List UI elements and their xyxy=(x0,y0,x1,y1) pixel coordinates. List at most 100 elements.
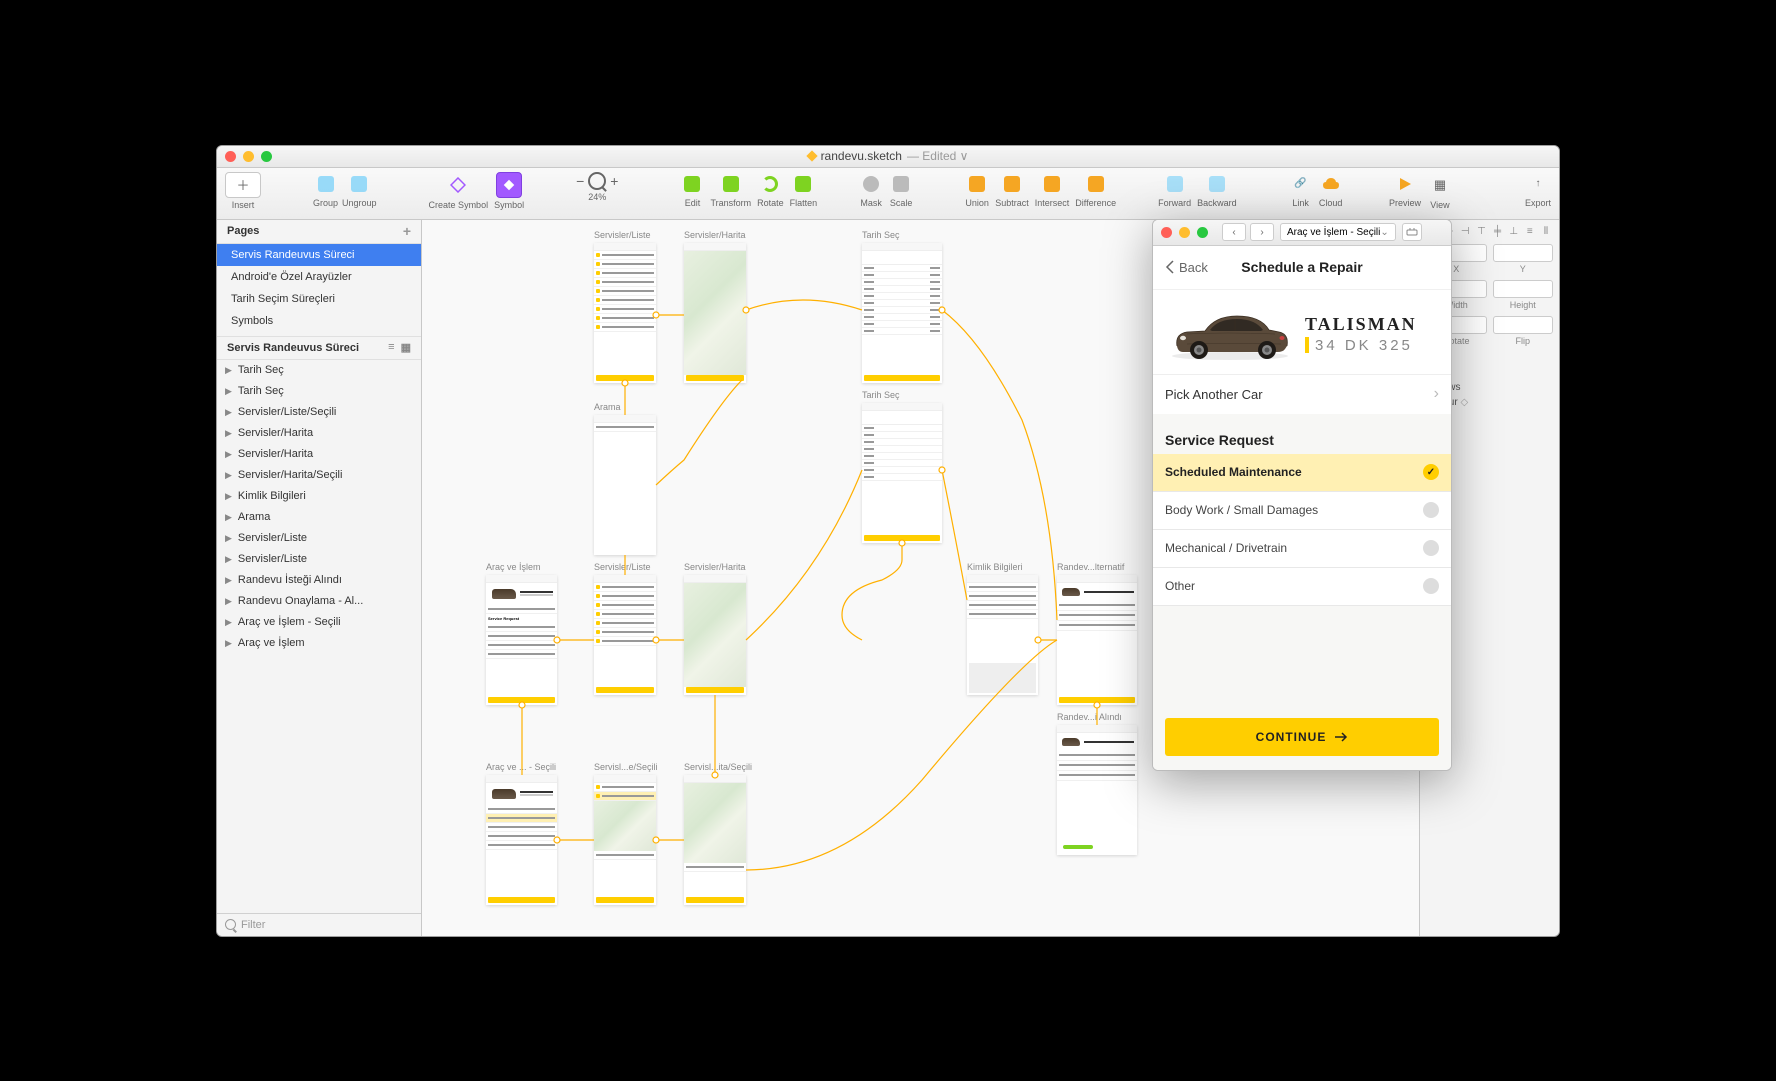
radio-icon xyxy=(1423,540,1439,556)
layer-item[interactable]: ▶Tarih Seç xyxy=(217,360,421,381)
artboard[interactable]: Araç ve İşlem Service Request xyxy=(486,575,557,705)
zoom-button[interactable] xyxy=(1197,227,1208,238)
close-button[interactable] xyxy=(1161,227,1172,238)
back-button[interactable]: ‹ xyxy=(1222,223,1246,241)
mobile-header: Back Schedule a Repair xyxy=(1153,246,1451,290)
create-symbol-tool[interactable]: Create Symbol xyxy=(429,172,489,210)
artboard[interactable]: Servisl...e/Seçili xyxy=(594,775,656,905)
page-item[interactable]: Symbols xyxy=(217,310,421,332)
forward-button[interactable]: › xyxy=(1250,223,1274,241)
check-icon: ✓ xyxy=(1423,464,1439,480)
group-tool[interactable]: Group xyxy=(313,172,338,208)
artboard[interactable]: Servisler/Liste xyxy=(594,243,656,383)
flatten-tool[interactable]: Flatten xyxy=(790,172,818,208)
preview-tool[interactable]: Preview xyxy=(1389,172,1421,208)
back-link[interactable]: Back xyxy=(1165,260,1208,275)
artboard[interactable]: Servisler/Harita xyxy=(684,575,746,695)
sketch-icon xyxy=(806,150,817,161)
toolbar: ＋Insert Group Ungroup Create Symbol Symb… xyxy=(217,168,1559,220)
layer-item[interactable]: ▶Araç ve İşlem - Seçili xyxy=(217,612,421,633)
artboard[interactable]: Tarih Seç xyxy=(862,243,942,383)
page-item[interactable]: Android'e Özel Arayüzler xyxy=(217,266,421,288)
license-plate: 34 DK 325 xyxy=(1305,337,1439,354)
forward-tool[interactable]: Forward xyxy=(1158,172,1191,208)
add-page-button[interactable]: + xyxy=(403,223,411,239)
layer-item[interactable]: ▶Servisler/Liste xyxy=(217,549,421,570)
layer-item[interactable]: ▶Servisler/Liste/Seçili xyxy=(217,402,421,423)
service-request-item[interactable]: Body Work / Small Damages xyxy=(1153,492,1451,530)
layer-item[interactable]: ▶Randevu Onaylama - Al... xyxy=(217,591,421,612)
artboard[interactable]: Randev...i Alındı xyxy=(1057,725,1137,855)
car-section: TALISMAN 34 DK 325 xyxy=(1153,290,1451,374)
layer-item[interactable]: ▶Servisler/Harita xyxy=(217,444,421,465)
height-field[interactable]: Height xyxy=(1493,280,1554,310)
mask-tool[interactable]: Mask xyxy=(859,172,883,208)
layer-item[interactable]: ▶Servisler/Harita xyxy=(217,423,421,444)
radio-icon xyxy=(1423,502,1439,518)
edited-indicator[interactable]: — Edited ∨ xyxy=(907,149,968,163)
car-image xyxy=(1165,304,1295,364)
layer-item[interactable]: ▶Arama xyxy=(217,507,421,528)
ungroup-tool[interactable]: Ungroup xyxy=(342,172,377,208)
link-tool[interactable]: 🔗Link xyxy=(1289,172,1313,208)
preview-titlebar[interactable]: ‹ › Araç ve İşlem - Seçili⌄ xyxy=(1153,220,1451,246)
artboard[interactable]: Randev...lternatif xyxy=(1057,575,1137,705)
traffic-lights xyxy=(225,151,272,162)
artboard[interactable]: Tarih Seç xyxy=(862,403,942,543)
layer-item[interactable]: ▶Tarih Seç xyxy=(217,381,421,402)
pick-another-car-row[interactable]: Pick Another Car › xyxy=(1153,374,1451,414)
service-request-item[interactable]: Scheduled Maintenance✓ xyxy=(1153,454,1451,492)
artboard[interactable]: Servisl...ita/Seçili xyxy=(684,775,746,905)
layer-item[interactable]: ▶Araç ve İşlem xyxy=(217,633,421,654)
backward-tool[interactable]: Backward xyxy=(1197,172,1237,208)
artboard[interactable]: Servisler/Harita xyxy=(684,243,746,383)
pages-header: Pages + xyxy=(217,220,421,244)
artboard[interactable]: Kimlik Bilgileri xyxy=(967,575,1038,695)
continue-button[interactable]: CONTINUE xyxy=(1165,718,1439,756)
preview-body: Back Schedule a Repair xyxy=(1153,246,1451,770)
hotspot-toggle[interactable] xyxy=(1402,223,1422,241)
layer-item[interactable]: ▶Kimlik Bilgileri xyxy=(217,486,421,507)
symbol-tool[interactable]: Symbol xyxy=(494,172,524,210)
left-sidebar: Pages + Servis Randeuvus Süreci Android'… xyxy=(217,220,422,936)
preview-window[interactable]: ‹ › Araç ve İşlem - Seçili⌄ Back Schedul… xyxy=(1152,219,1452,771)
close-button[interactable] xyxy=(225,151,236,162)
filter-input[interactable]: Filter xyxy=(217,913,421,936)
page-item[interactable]: Servis Randeuvus Süreci xyxy=(217,244,421,266)
layer-item[interactable]: ▶Servisler/Harita/Seçili xyxy=(217,465,421,486)
intersect-tool[interactable]: Intersect xyxy=(1035,172,1070,208)
sketch-window: randevu.sketch — Edited ∨ ＋Insert Group … xyxy=(216,145,1560,937)
car-name: TALISMAN xyxy=(1305,314,1439,335)
rotate-tool[interactable]: Rotate xyxy=(757,172,784,208)
scale-tool[interactable]: Scale xyxy=(889,172,913,208)
page-item[interactable]: Tarih Seçim Süreçleri xyxy=(217,288,421,310)
section-title: Service Request xyxy=(1153,414,1451,454)
artboard[interactable]: Servisler/Liste xyxy=(594,575,656,695)
edit-tool[interactable]: Edit xyxy=(680,172,704,208)
insert-tool[interactable]: ＋Insert xyxy=(225,172,261,210)
y-field[interactable]: Y xyxy=(1493,244,1554,274)
artboard-select[interactable]: Araç ve İşlem - Seçili⌄ xyxy=(1280,223,1396,241)
minimize-button[interactable] xyxy=(243,151,254,162)
artboard[interactable]: Araç ve ... - Seçili xyxy=(486,775,557,905)
transform-tool[interactable]: Transform xyxy=(710,172,751,208)
layer-item[interactable]: ▶Randevu İsteği Alındı xyxy=(217,570,421,591)
window-title: randevu.sketch — Edited ∨ xyxy=(808,149,969,163)
minimize-button[interactable] xyxy=(1179,227,1190,238)
flip-field[interactable]: Flip xyxy=(1493,316,1554,346)
titlebar[interactable]: randevu.sketch — Edited ∨ xyxy=(217,146,1559,168)
layers-header: Servis Randeuvus Süreci ≡▦ xyxy=(217,336,421,360)
layer-item[interactable]: ▶Servisler/Liste xyxy=(217,528,421,549)
export-tool[interactable]: ↑Export xyxy=(1525,172,1551,208)
view-tool[interactable]: ▦View xyxy=(1427,172,1453,210)
zoom-button[interactable] xyxy=(261,151,272,162)
service-request-item[interactable]: Mechanical / Drivetrain xyxy=(1153,530,1451,568)
service-request-item[interactable]: Other xyxy=(1153,568,1451,606)
subtract-tool[interactable]: Subtract xyxy=(995,172,1029,208)
difference-tool[interactable]: Difference xyxy=(1075,172,1116,208)
zoom-tool[interactable]: −+ 24% xyxy=(576,172,618,202)
union-tool[interactable]: Union xyxy=(965,172,989,208)
artboard[interactable]: Arama xyxy=(594,415,656,555)
cloud-tool[interactable]: Cloud xyxy=(1319,172,1343,208)
arrow-right-icon xyxy=(1334,732,1348,742)
